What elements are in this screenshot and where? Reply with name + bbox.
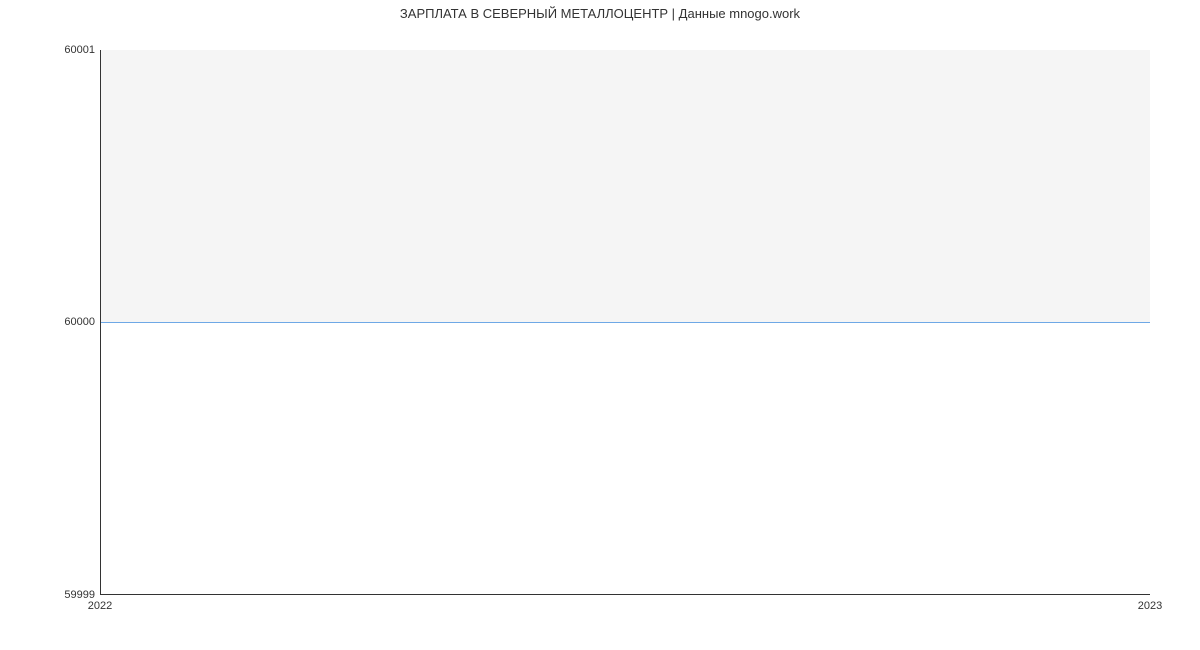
chart-container: ЗАРПЛАТА В СЕВЕРНЫЙ МЕТАЛЛОЦЕНТР | Данны… — [0, 0, 1200, 650]
data-line — [101, 322, 1150, 323]
x-tick-label: 2023 — [1138, 600, 1162, 612]
chart-title: ЗАРПЛАТА В СЕВЕРНЫЙ МЕТАЛЛОЦЕНТР | Данны… — [0, 6, 1200, 21]
y-tick-label: 59999 — [35, 589, 95, 601]
y-tick-label: 60000 — [35, 316, 95, 328]
y-tick-label: 60001 — [35, 44, 95, 56]
plot-lower-mask — [101, 322, 1150, 594]
plot-area — [100, 50, 1150, 595]
x-tick-label: 2022 — [88, 600, 112, 612]
